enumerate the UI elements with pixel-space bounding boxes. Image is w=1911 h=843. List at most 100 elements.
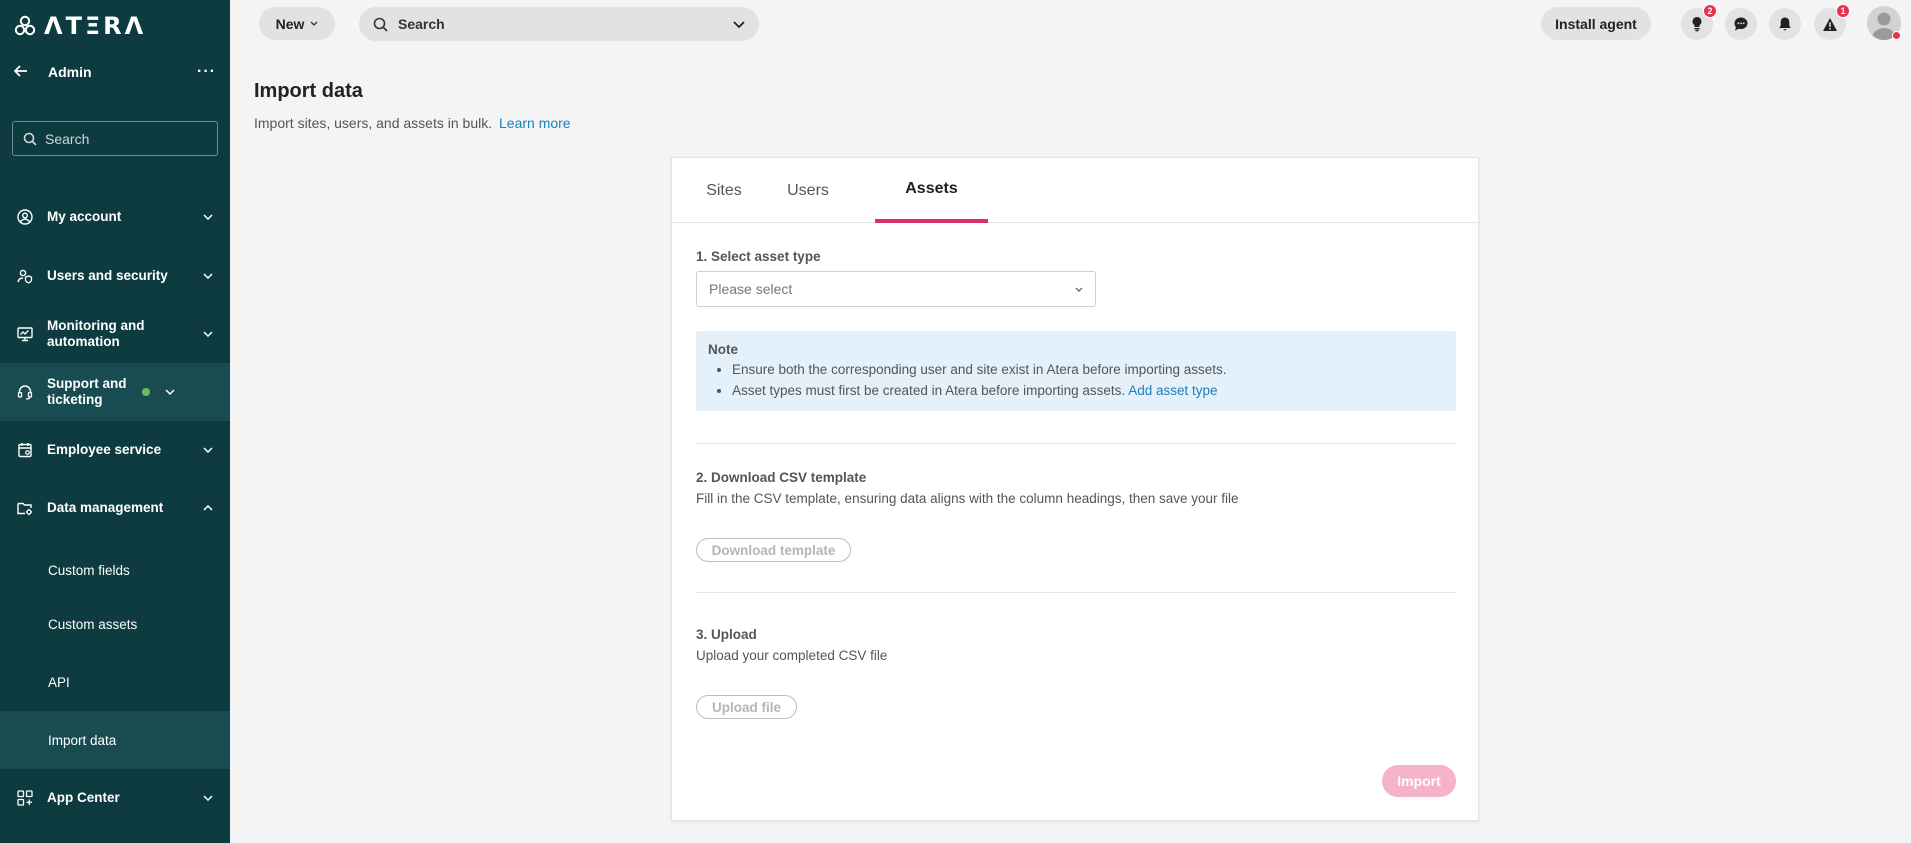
monitor-icon <box>16 325 34 343</box>
install-agent-button[interactable]: Install agent <box>1541 7 1651 40</box>
sidebar-item-label: Users and security <box>47 268 168 283</box>
note-box: Note Ensure both the corresponding user … <box>696 331 1456 411</box>
sidebar-subitem-label: Custom fields <box>48 562 130 578</box>
chevron-down-icon <box>202 214 214 220</box>
section-divider <box>696 592 1456 593</box>
chevron-down-icon <box>202 331 214 337</box>
upload-file-button[interactable]: Upload file <box>696 695 797 719</box>
global-search-label: Search <box>398 16 445 32</box>
sidebar-item-label: Data management <box>47 500 164 515</box>
sidebar-subitem-label: Custom assets <box>48 616 138 632</box>
tips-badge: 2 <box>1703 4 1717 18</box>
user-shield-icon <box>16 267 34 285</box>
sidebar-item-label: App Center <box>47 790 120 805</box>
sidebar: ΛTΞRΛ Admin ··· Search My account Users … <box>0 0 230 843</box>
import-card: Sites Users Assets 1. Select asset type … <box>671 157 1479 821</box>
note-item-text: Ensure both the corresponding user and s… <box>732 362 1227 377</box>
sidebar-item-label: Employee service <box>47 442 162 457</box>
import-tabs: Sites Users Assets <box>672 158 1478 223</box>
headset-icon <box>16 383 34 401</box>
step2-description: Fill in the CSV template, ensuring data … <box>696 491 1239 506</box>
step3-description: Upload your completed CSV file <box>696 648 888 663</box>
note-item-text: Asset types must first be created in Ate… <box>732 383 1126 398</box>
sidebar-item-employee-service[interactable]: Employee service <box>0 430 230 470</box>
step3-title: 3. Upload <box>696 627 757 642</box>
avatar-status-dot <box>1892 31 1901 40</box>
sidebar-subitem-api[interactable]: API <box>0 666 230 698</box>
sidebar-subitem-import-data[interactable]: Import data <box>0 711 230 769</box>
chat-icon <box>1734 17 1748 31</box>
chat-button[interactable] <box>1725 8 1757 40</box>
warning-icon <box>1823 17 1837 31</box>
sidebar-item-my-account[interactable]: My account <box>0 197 230 237</box>
sidebar-search-placeholder: Search <box>45 130 90 147</box>
search-icon <box>23 132 37 146</box>
sidebar-subitem-custom-fields[interactable]: Custom fields <box>0 554 230 586</box>
new-button[interactable]: New <box>259 7 335 40</box>
logo-icon <box>14 15 36 36</box>
admin-title: Admin <box>48 64 92 80</box>
folder-gear-icon <box>16 499 34 517</box>
sidebar-item-data-management[interactable]: Data management <box>0 488 230 528</box>
new-button-label: New <box>275 15 305 32</box>
back-arrow-icon[interactable] <box>13 64 34 80</box>
atera-logo[interactable]: ΛTΞRΛ <box>14 12 146 40</box>
page-subtitle-text: Import sites, users, and assets in bulk. <box>254 115 493 131</box>
download-template-button[interactable]: Download template <box>696 538 851 562</box>
section-divider <box>696 443 1456 444</box>
user-circle-icon <box>16 208 34 226</box>
asset-type-select[interactable]: Please select <box>696 271 1096 307</box>
logo-text: ΛTΞRΛ <box>44 12 147 40</box>
tab-label: Sites <box>706 181 742 199</box>
import-button[interactable]: Import <box>1382 765 1456 797</box>
sidebar-item-label: Support and ticketing <box>47 376 127 407</box>
chevron-down-icon <box>202 273 214 279</box>
import-button-label: Import <box>1397 773 1441 789</box>
chevron-down-icon <box>164 389 176 395</box>
note-title: Note <box>708 342 738 357</box>
chevron-down-icon[interactable] <box>733 20 745 28</box>
more-options-icon[interactable]: ··· <box>197 63 216 81</box>
sidebar-item-app-center[interactable]: App Center <box>0 778 230 818</box>
status-dot <box>142 388 150 396</box>
sidebar-search-input[interactable]: Search <box>12 121 218 156</box>
sidebar-item-label: Monitoring and automation <box>47 318 145 349</box>
admin-header: Admin ··· <box>0 60 230 84</box>
sidebar-item-support[interactable]: Support and ticketing <box>0 363 230 421</box>
tips-button[interactable]: 2 <box>1681 4 1717 40</box>
clipboard-icon <box>16 441 34 459</box>
bell-icon <box>1779 17 1791 31</box>
notifications-button[interactable] <box>1769 8 1801 40</box>
tab-label: Users <box>787 181 829 199</box>
search-icon <box>373 17 388 32</box>
tab-users[interactable]: Users <box>778 158 838 223</box>
step1-title: 1. Select asset type <box>696 249 821 264</box>
asset-type-select-value: Please select <box>709 281 793 297</box>
install-agent-label: Install agent <box>1555 15 1637 32</box>
alerts-badge: 1 <box>1836 4 1850 18</box>
sidebar-item-monitoring[interactable]: Monitoring and automation <box>0 314 230 354</box>
chevron-down-icon <box>202 447 214 453</box>
global-search-input[interactable]: Search <box>359 7 759 41</box>
sidebar-subitem-custom-assets[interactable]: Custom assets <box>0 608 230 640</box>
tab-sites[interactable]: Sites <box>696 158 752 223</box>
sidebar-subitem-label: Import data <box>48 732 117 748</box>
lightbulb-icon <box>1692 17 1702 32</box>
chevron-down-icon <box>310 21 318 26</box>
step2-title: 2. Download CSV template <box>696 470 867 485</box>
note-item: Asset types must first be created in Ate… <box>732 382 1444 399</box>
sidebar-item-label: My account <box>47 209 122 224</box>
upload-file-label: Upload file <box>711 699 781 715</box>
sidebar-item-users-security[interactable]: Users and security <box>0 256 230 296</box>
tab-assets[interactable]: Assets <box>875 158 988 223</box>
app-grid-icon <box>16 789 34 807</box>
page-title: Import data <box>254 80 363 102</box>
learn-more-link[interactable]: Learn more <box>499 115 571 131</box>
page-subtitle: Import sites, users, and assets in bulk.… <box>254 115 571 131</box>
download-template-label: Download template <box>711 542 836 558</box>
chevron-down-icon <box>1075 287 1083 292</box>
note-list: Ensure both the corresponding user and s… <box>708 361 1444 399</box>
alerts-button[interactable]: 1 <box>1814 4 1850 40</box>
note-item: Ensure both the corresponding user and s… <box>732 361 1444 378</box>
add-asset-type-link[interactable]: Add asset type <box>1128 383 1217 398</box>
